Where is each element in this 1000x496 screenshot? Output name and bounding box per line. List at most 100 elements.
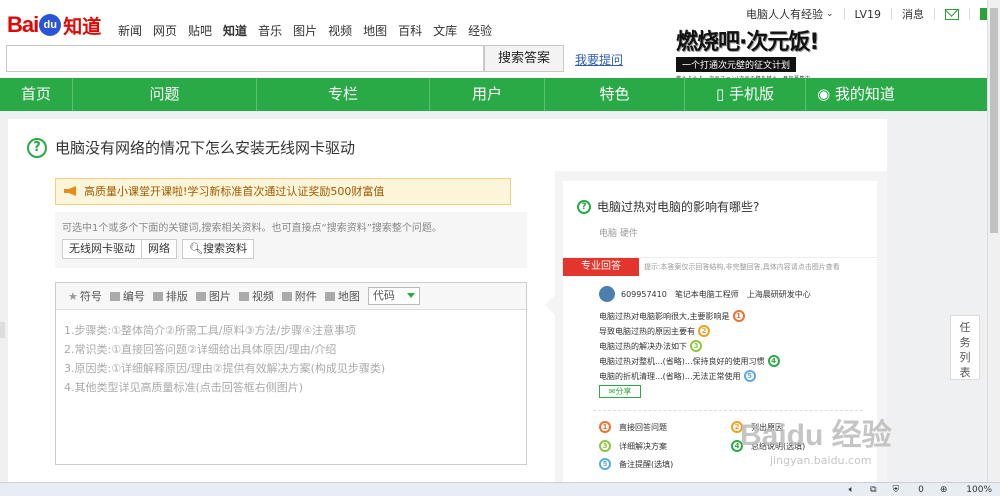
- number-badge: 5: [599, 458, 611, 470]
- speaker-icon[interactable]: 🔈︎: [849, 485, 854, 495]
- layout-button[interactable]: 排版: [152, 288, 188, 304]
- messages-link[interactable]: 消息: [902, 6, 924, 22]
- image-button[interactable]: 图片: [195, 288, 231, 304]
- guide-question-row: ? 电脑过热对电脑的影响有哪些?: [577, 198, 759, 215]
- megaphone-icon: [64, 186, 76, 196]
- nav-link[interactable]: 网页: [153, 22, 177, 39]
- search-material-label: 搜索资料: [202, 242, 247, 255]
- code-select[interactable]: 代码: [367, 287, 420, 305]
- guide-point: 电脑过热的解决办法如下 3: [599, 340, 702, 352]
- legend-text: 直接回答问题: [619, 422, 667, 432]
- zoom-control[interactable]: ⊕ 100%: [940, 485, 992, 495]
- banner-subtitle: 一个打通次元壁的征文计划: [676, 57, 797, 72]
- guide-question: 电脑过热对电脑的影响有哪些?: [597, 200, 760, 214]
- baidu-zhidao-logo[interactable]: Bai du 知道: [7, 8, 101, 42]
- toolbar-label: 编号: [122, 290, 145, 303]
- divider: [934, 8, 935, 20]
- nav-link[interactable]: 贴吧: [188, 22, 212, 39]
- keyword-hint: 可选中1个或多个下面的关键词,搜索相关资料。也可直接点“搜索资料”搜索整个问题。: [62, 223, 442, 234]
- nav-link[interactable]: 地图: [363, 22, 387, 39]
- user-id: 609957410: [621, 289, 667, 299]
- nav-link[interactable]: 文库: [433, 22, 457, 39]
- nav-users[interactable]: 用户: [430, 78, 544, 111]
- phone-icon: ▯: [715, 85, 729, 103]
- search-answer-button[interactable]: 搜索答案: [484, 45, 564, 72]
- toolbar-label: 图片: [208, 290, 231, 303]
- vertical-scrollbar[interactable]: [987, 0, 1000, 482]
- nav-link[interactable]: 音乐: [258, 22, 282, 39]
- share-label: 分享: [615, 387, 632, 396]
- map-icon: [324, 291, 335, 301]
- baidu-jingyan-watermark: Baidu 经验 jingyan.baidu.com: [740, 410, 892, 467]
- guide-point: 电脑过热对整机...(省略)...保持良好的使用习惯 4: [599, 355, 780, 367]
- legend-text: 备注提醒(选填): [619, 459, 674, 469]
- pro-answer-tip: 提示:本答案仅示回答结构,非完整回答,具体内容请点击图片查看: [644, 263, 840, 271]
- numbering-button[interactable]: 编号: [109, 288, 145, 304]
- star-icon: ★: [68, 289, 78, 303]
- scrollbar-thumb[interactable]: [990, 8, 998, 233]
- nav-mine[interactable]: ◉ 我的知道: [806, 78, 906, 111]
- guide-pointer: [545, 295, 555, 315]
- pro-answer-tab: 专业回答: [563, 258, 639, 276]
- toolbar-label: 视频: [251, 290, 274, 303]
- number-badge: 5: [743, 370, 756, 382]
- placeholder-line: 2.常识类:①直接回答问题②详细给出具体原因/理由/介绍: [64, 343, 337, 356]
- search-input[interactable]: [6, 45, 484, 72]
- placeholder-line: 3.原因类:①详细解释原因/理由②提供有效解决方案(构成见步骤类): [64, 362, 386, 375]
- status-bar: 🔈︎ ⧉ ⛨ 0 ⊕ 100%: [0, 482, 1000, 496]
- notice-text: 高质量小课堂开课啦!学习新标准首次通过认证奖励500财富值: [84, 185, 385, 198]
- nav-columns[interactable]: 专栏: [257, 78, 429, 111]
- product-nav: 新闻 网页 贴吧 知道 音乐 图片 视频 地图 百科 文库 经验: [118, 22, 503, 39]
- user-title: 笔记本电脑工程师: [674, 289, 739, 299]
- quality-notice[interactable]: 高质量小课堂开课啦!学习新标准首次通过认证奖励500财富值: [55, 178, 511, 205]
- number-badge: 3: [599, 440, 611, 452]
- nav-link[interactable]: 视频: [328, 22, 352, 39]
- nav-features[interactable]: 特色: [545, 78, 684, 111]
- attachment-button[interactable]: 附件: [281, 288, 317, 304]
- point-text: 导致电脑过热的原因主要有: [599, 326, 695, 336]
- shield-icon[interactable]: ⛨ 0: [893, 485, 924, 495]
- promo-banner[interactable]: 燃烧吧·次元饭! 一个打通次元壁的征文计划 燃えようよ、次元ファン!次元の壁を越…: [676, 24, 842, 82]
- mail-icon[interactable]: [945, 8, 959, 20]
- nav-link[interactable]: 图片: [293, 22, 317, 39]
- watermark-url: jingyan.baidu.com: [770, 454, 872, 467]
- legend-item: 1 直接回答问题: [599, 421, 667, 433]
- nav-home[interactable]: 首页: [0, 78, 72, 111]
- keyword-button[interactable]: 网络: [141, 239, 177, 259]
- nav-link[interactable]: 新闻: [118, 22, 142, 39]
- zoom-level: 100%: [966, 484, 992, 495]
- image-icon: [195, 291, 206, 301]
- guide-tags: 电脑 硬件: [599, 229, 638, 239]
- guide-point: 电脑过热对电脑影响很大,主要影响是 1: [599, 310, 745, 322]
- divider: [969, 8, 970, 20]
- guide-point: 电脑的折机清理...(省略)...无法正常使用 5: [599, 370, 756, 382]
- network-icon[interactable]: ⧉: [870, 485, 876, 495]
- map-button[interactable]: 地图: [324, 288, 360, 304]
- question-title-row: ? 电脑没有网络的情况下怎么安装无线网卡驱动: [27, 137, 355, 158]
- task-list-button[interactable]: 任务列表: [950, 315, 980, 380]
- symbol-button[interactable]: ★ 符号: [68, 288, 102, 304]
- toolbar-label: 地图: [337, 290, 360, 303]
- layout-icon: [152, 291, 163, 301]
- point-text: 电脑过热对整机...(省略)...保持良好的使用习惯: [599, 356, 765, 366]
- answer-editor[interactable]: ★ 符号 编号 排版 图片 视频 附件 地图 代码 1.步骤类:①整体简介②所需工…: [55, 282, 527, 465]
- banner-title: 燃烧吧·次元饭!: [676, 30, 819, 55]
- video-button[interactable]: 视频: [238, 288, 274, 304]
- left-side-handle[interactable]: [0, 322, 5, 338]
- video-icon: [238, 291, 249, 301]
- chevron-down-icon[interactable]: ⌄: [826, 9, 834, 19]
- legend-item: 3 详细解决方案: [599, 440, 667, 452]
- search-material-button[interactable]: 🔍︎搜索资料: [182, 239, 254, 259]
- number-badge: 1: [732, 310, 745, 322]
- nav-mobile[interactable]: ▯ 手机版: [685, 78, 805, 111]
- nav-link[interactable]: 百科: [398, 22, 422, 39]
- nav-questions[interactable]: 问题: [73, 78, 256, 111]
- toolbar-label: 排版: [165, 290, 188, 303]
- keyword-button[interactable]: 无线网卡驱动: [62, 239, 142, 259]
- nav-link[interactable]: 经验: [468, 22, 492, 39]
- ask-question-link[interactable]: 我要提问: [575, 51, 623, 68]
- divider: [891, 8, 892, 20]
- user-level[interactable]: LV19: [855, 8, 881, 21]
- username-dropdown[interactable]: 电脑人人有经验: [746, 6, 823, 22]
- nav-link-active[interactable]: 知道: [223, 22, 247, 39]
